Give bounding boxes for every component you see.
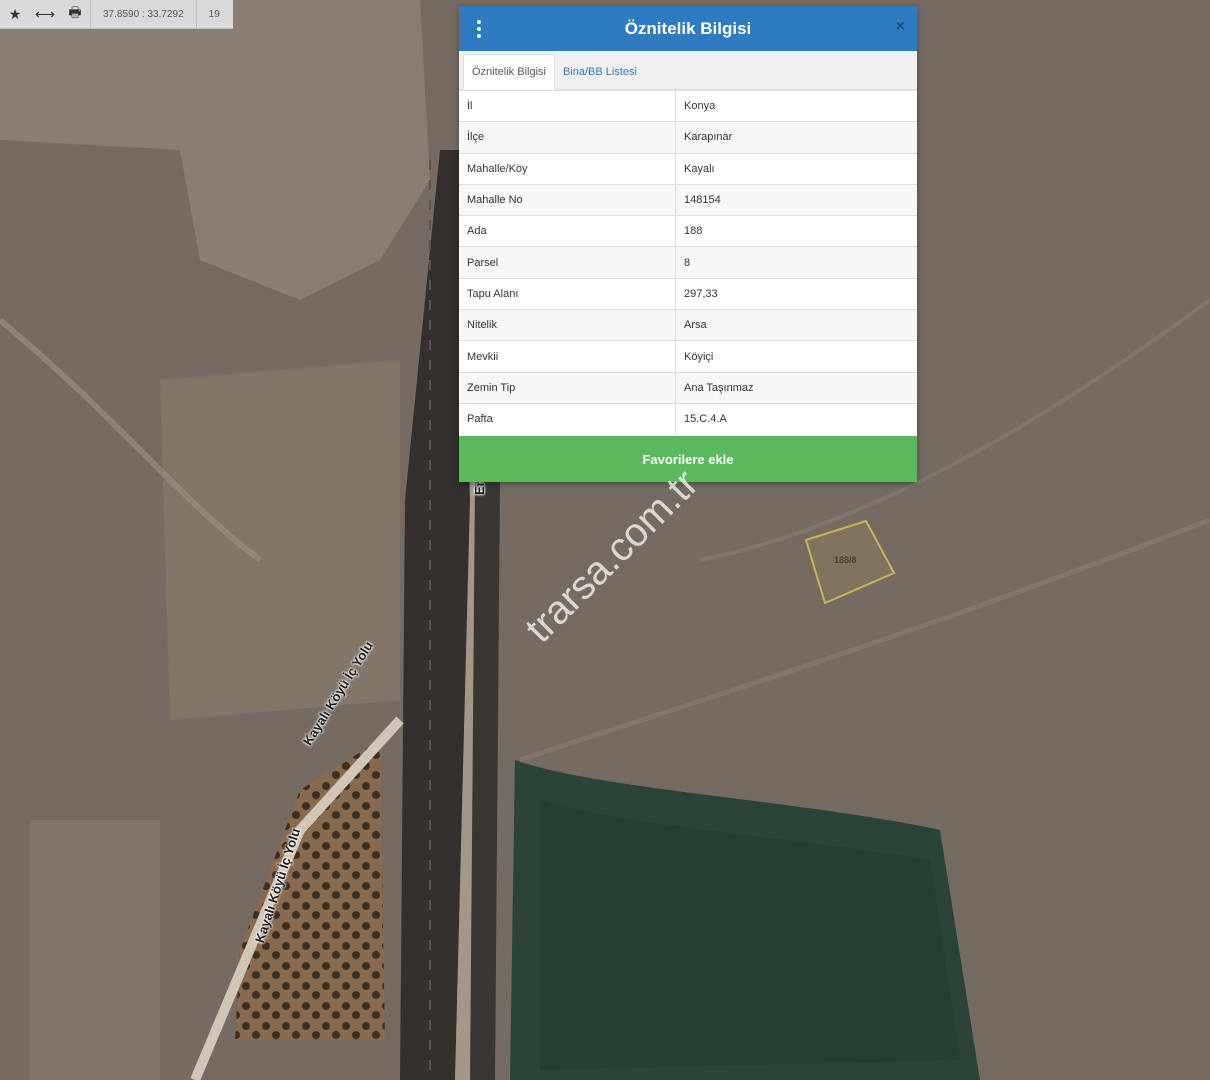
- zoom-level: 19: [208, 8, 220, 20]
- attribute-key: Mahalle No: [459, 183, 676, 216]
- table-row: Parsel 8: [459, 246, 917, 279]
- coordinates-readout: 37.8590 : 33.7292: [103, 8, 184, 20]
- attribute-key: Parsel: [459, 246, 676, 279]
- close-icon[interactable]: ×: [896, 18, 905, 36]
- panel-header: Öznitelik Bilgisi ×: [459, 6, 917, 51]
- attribute-value: Kayalı: [675, 152, 917, 185]
- table-row: Ada 188: [459, 215, 917, 247]
- table-row: Mevkii Köyiçi: [459, 340, 917, 373]
- parcel-label: 188/8: [834, 555, 857, 565]
- measure-icon[interactable]: ⟷: [30, 0, 60, 28]
- tab-building-list[interactable]: Bina/BB Listesi: [555, 55, 645, 89]
- table-row: Mahalle No 148154: [459, 183, 917, 216]
- attribute-value: 8: [675, 246, 917, 279]
- attribute-key: Zemin Tip: [459, 371, 676, 404]
- table-row: Mahalle/Köy Kayalı: [459, 152, 917, 185]
- attribute-key: Nitelik: [459, 309, 676, 341]
- attribute-key: İlçe: [459, 121, 676, 154]
- attribute-value: 148154: [675, 183, 917, 216]
- print-icon[interactable]: 🖶: [60, 0, 90, 28]
- table-row: Zemin Tip Ana Taşınmaz: [459, 371, 917, 404]
- attribute-key: Mahalle/Köy: [459, 152, 676, 185]
- panel-title: Öznitelik Bilgisi: [624, 18, 752, 38]
- table-row: Nitelik Arsa: [459, 309, 917, 341]
- attribute-key: Ada: [459, 215, 676, 247]
- table-row: İlçe Karapınar: [459, 121, 917, 154]
- table-row: Pafta 15.C.4.A: [459, 402, 917, 435]
- attribute-key: İl: [459, 89, 676, 122]
- attribute-value: Arsa: [675, 309, 917, 341]
- attribute-key: Pafta: [459, 402, 676, 435]
- table-row: Tapu Alanı 297,33: [459, 277, 917, 310]
- attribute-value: 15.C.4.A: [675, 402, 917, 435]
- attribute-value: 188: [675, 215, 917, 247]
- menu-dots-icon[interactable]: [477, 20, 483, 38]
- attribute-key: Tapu Alanı: [459, 277, 676, 310]
- tab-attributes[interactable]: Öznitelik Bilgisi: [463, 54, 555, 90]
- attribute-key: Mevkii: [459, 340, 676, 373]
- attribute-value: Ana Taşınmaz: [675, 371, 917, 404]
- attribute-value: Köyiçi: [675, 340, 917, 373]
- attribute-value: 297,33: [675, 277, 917, 310]
- map-toolbar: ★ ⟷ 🖶 37.8590 : 33.7292 19: [0, 0, 233, 29]
- attribute-value: Karapınar: [675, 121, 917, 154]
- attribute-table: İl Konya İlçe Karapınar Mahalle/Köy Kayalı Mah…: [459, 89, 917, 435]
- attribute-value: Konya: [675, 89, 917, 122]
- star-icon[interactable]: ★: [0, 0, 30, 28]
- panel-tabs: Öznitelik Bilgisi Bina/BB Listesi: [459, 51, 917, 90]
- attribute-panel: Öznitelik Bilgisi × Öznitelik Bilgisi Bi…: [459, 6, 917, 482]
- table-row: İl Konya: [459, 89, 917, 122]
- road-label: Er: [472, 481, 487, 495]
